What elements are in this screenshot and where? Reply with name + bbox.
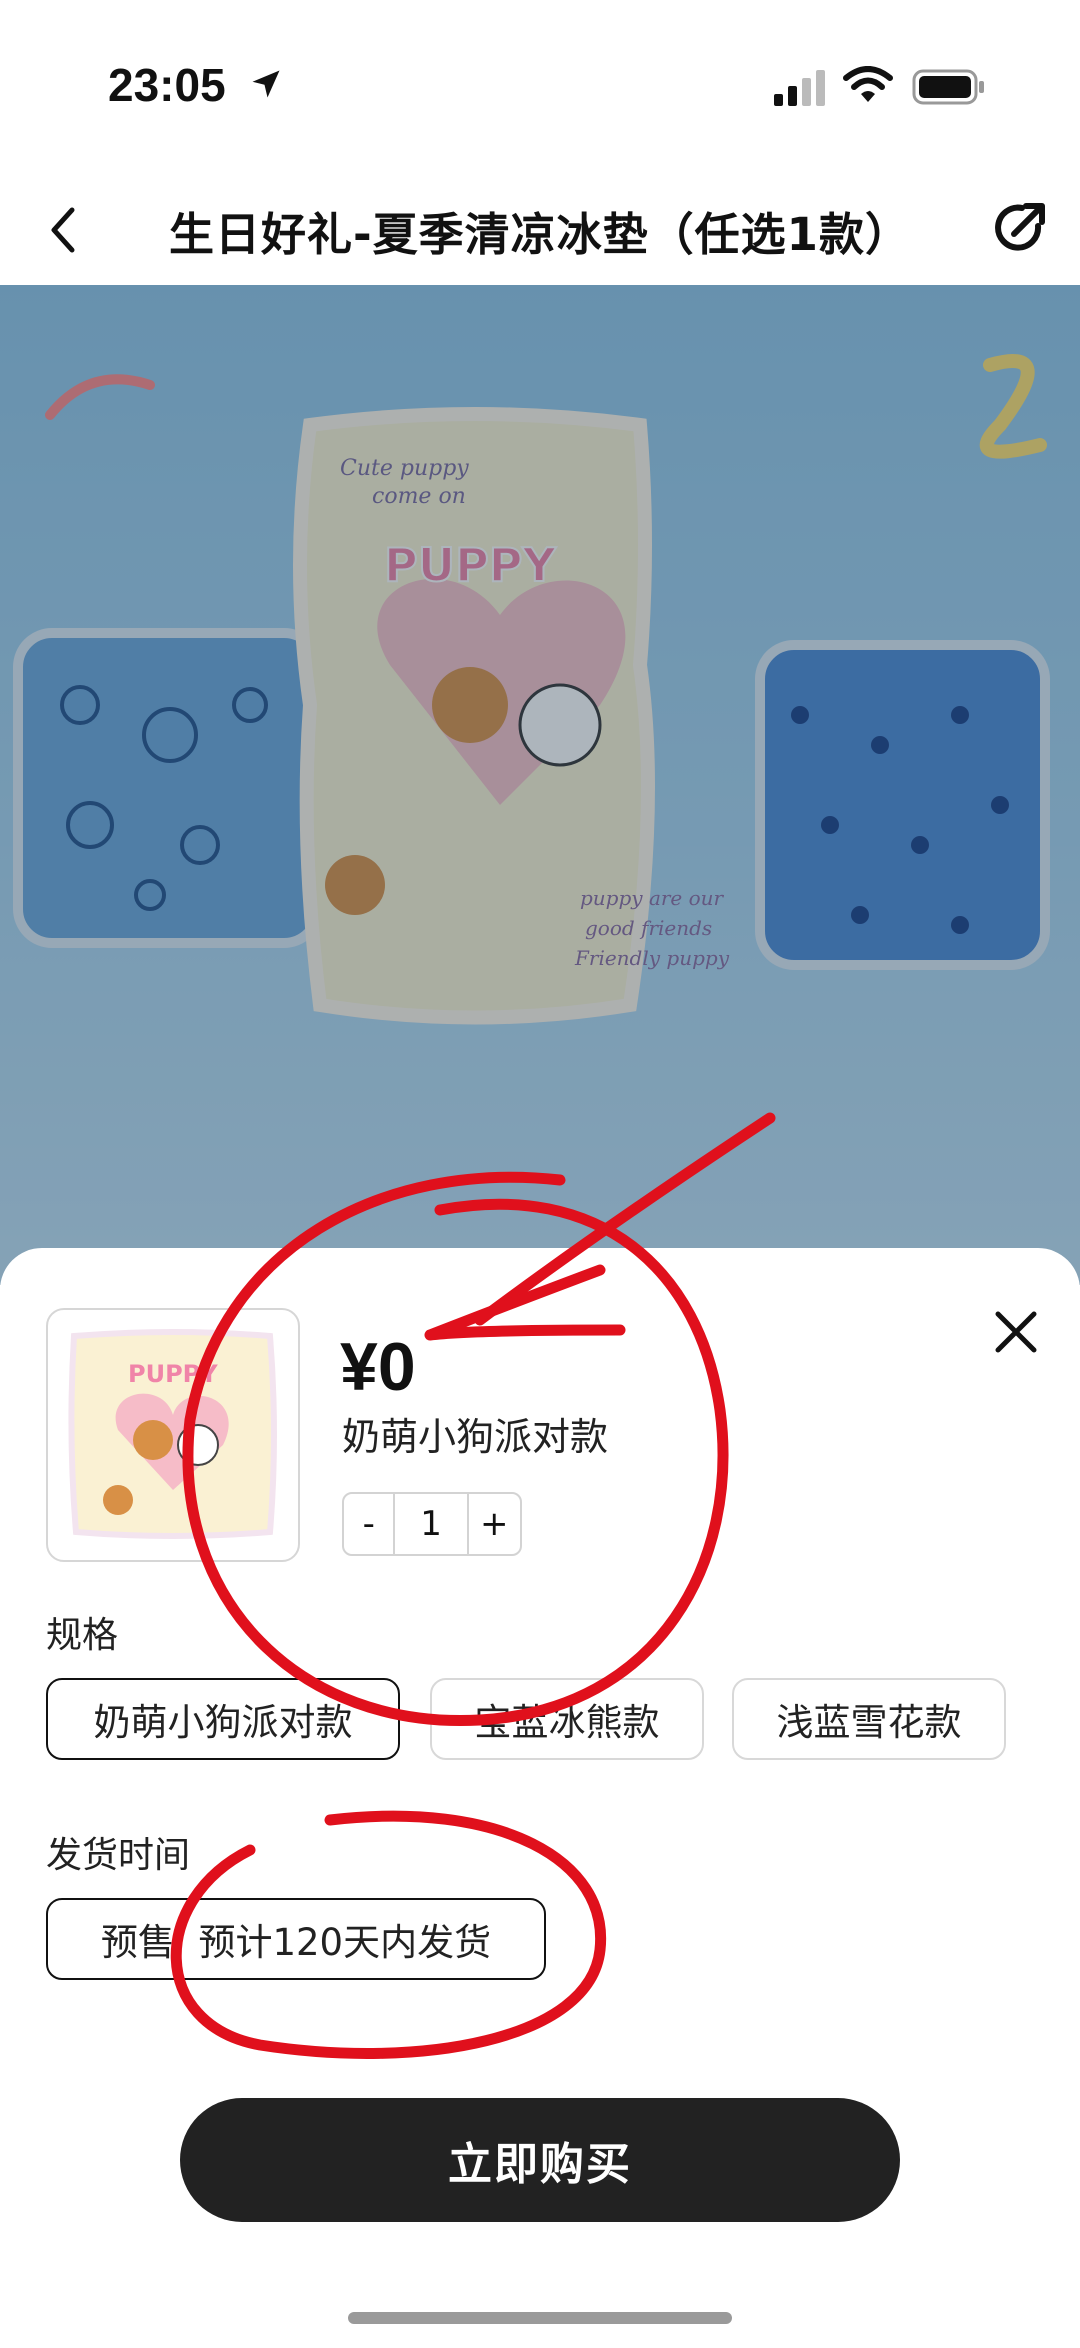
svg-text:PUPPY: PUPPY bbox=[128, 1360, 218, 1388]
location-arrow-icon bbox=[252, 70, 280, 98]
selected-product-thumbnail: PUPPY bbox=[46, 1308, 300, 1562]
price: ¥0 bbox=[340, 1329, 416, 1405]
status-time: 23:05 bbox=[108, 59, 226, 111]
buy-now-button[interactable]: 立即购买 bbox=[180, 2098, 900, 2222]
quantity-value[interactable]: 1 bbox=[395, 1494, 466, 1554]
ship-time-section-label: 发货时间 bbox=[46, 1835, 191, 1876]
quantity-increase-button[interactable]: + bbox=[466, 1494, 520, 1554]
spec-option-polar-bear[interactable]: 宝蓝冰熊款 bbox=[430, 1678, 704, 1760]
nav-bar: 生日好礼-夏季清凉冰垫（任选1款） bbox=[0, 170, 1080, 285]
selected-variant-name: 奶萌小狗派对款 bbox=[342, 1415, 609, 1459]
cellular-signal-icon bbox=[774, 70, 825, 106]
quantity-stepper: - 1 + bbox=[342, 1492, 522, 1556]
page-title: 生日好礼-夏季清凉冰垫（任选1款） bbox=[169, 208, 911, 261]
home-indicator bbox=[348, 2312, 732, 2324]
battery-icon bbox=[912, 69, 984, 105]
share-icon[interactable] bbox=[988, 196, 1052, 260]
status-bar: 23:05 bbox=[0, 0, 1080, 170]
wifi-icon bbox=[843, 66, 893, 102]
spec-section-label: 规格 bbox=[46, 1615, 119, 1656]
modal-overlay[interactable] bbox=[0, 285, 1080, 1285]
quantity-decrease-button[interactable]: - bbox=[344, 1494, 396, 1554]
spec-option-puppy[interactable]: 奶萌小狗派对款 bbox=[46, 1678, 400, 1760]
ship-time-option[interactable]: 预售 预计120天内发货 bbox=[46, 1898, 546, 1980]
close-icon[interactable] bbox=[990, 1306, 1042, 1358]
spec-option-snowflake[interactable]: 浅蓝雪花款 bbox=[732, 1678, 1006, 1760]
